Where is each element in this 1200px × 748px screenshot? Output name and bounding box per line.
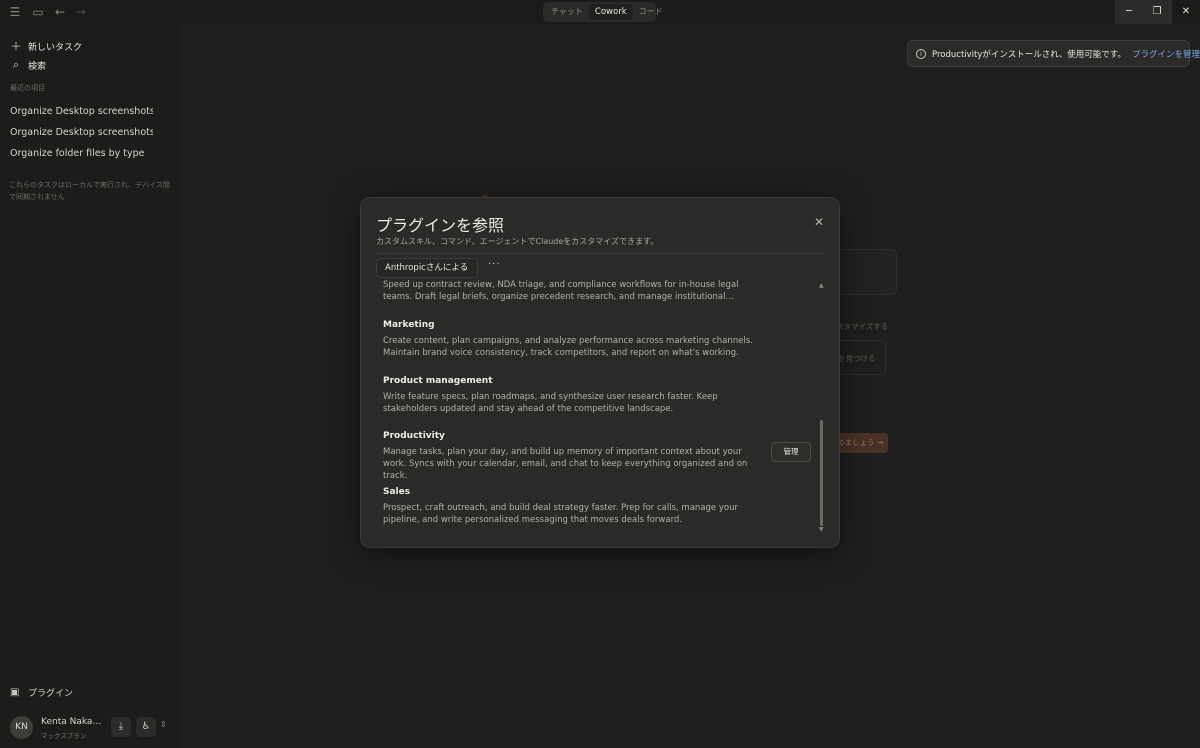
title-bar: ☰ ▭ ← → チャット Cowork コード ─ ❐ ✕ [0, 0, 1200, 24]
plugins-label: プラグイン [28, 689, 74, 699]
new-task-label: 新しいタスク [28, 42, 83, 53]
plus-icon: ＋ [10, 40, 22, 53]
author-filter-dropdown[interactable]: Anthropicさんによる ⌄ [376, 258, 478, 278]
more-options-icon[interactable]: ··· [488, 259, 501, 270]
recent-item[interactable]: Organize Desktop screenshots and [10, 127, 153, 138]
dialog-title: プラグインを参照 [376, 216, 505, 235]
tab-cowork[interactable]: Cowork [588, 4, 633, 20]
recent-item[interactable]: Organize folder files by type [10, 148, 153, 159]
search-button[interactable]: ⌕ 検索 [10, 58, 46, 72]
browse-plugins-dialog: プラグインを参照 カスタムスキル、コマンド、エージェントでClaudeをカスタマ… [360, 197, 840, 548]
plugin-name: Product management [383, 376, 493, 386]
forward-arrow-icon[interactable]: → [73, 4, 89, 20]
list-item[interactable]: Speed up contract review, NDA triage, an… [383, 280, 753, 303]
chevron-down-icon: ⌄ [462, 263, 469, 272]
manage-button[interactable]: 管理 [771, 442, 811, 462]
avatar: KN [10, 716, 33, 739]
scroll-up-icon[interactable]: ▲ [819, 282, 824, 289]
info-icon: i [916, 48, 926, 59]
plugin-name: Productivity [383, 431, 445, 441]
sidebar-toggle-icon[interactable]: ▭ [30, 4, 46, 20]
plugin-description: Speed up contract review, NDA triage, an… [383, 280, 739, 302]
scroll-down-icon[interactable]: ▼ [819, 526, 824, 533]
plugins-button[interactable]: ▣ プラグイン [10, 686, 73, 699]
back-arrow-icon[interactable]: ← [52, 4, 68, 20]
filter-label: Anthropicさんによる [385, 263, 469, 273]
accessibility-icon[interactable]: ♿ [136, 717, 156, 737]
expand-icon[interactable]: ⇕ [160, 720, 167, 729]
new-task-button[interactable]: ＋ 新しいタスク [10, 38, 83, 54]
search-icon: ⌕ [12, 58, 20, 71]
plugin-name: Marketing [383, 320, 435, 330]
recent-heading: 最近の項目 [10, 84, 45, 92]
local-tasks-note: これらのタスクはローカルで実行され、デバイス間で同期されません [9, 181, 170, 201]
scrollbar-thumb[interactable] [820, 420, 823, 526]
download-icon[interactable]: ⤓ [111, 717, 131, 737]
minimize-icon[interactable]: ─ [1115, 0, 1143, 24]
plugin-description: Prospect, craft outreach, and build deal… [383, 503, 738, 525]
tab-code[interactable]: コード [633, 4, 669, 20]
dialog-subtitle: カスタムスキル、コマンド、エージェントでClaudeをカスタマイズできます。 [376, 237, 659, 246]
close-icon[interactable]: ✕ [814, 215, 824, 229]
sidebar: ＋ 新しいタスク ⌕ 検索 最近の項目 Organize Desktop scr… [0, 24, 180, 748]
user-profile[interactable]: KN Kenta Nakamura マックスプラン ⤓ ♿ ⇕ [10, 716, 175, 742]
user-name: Kenta Nakamura [41, 717, 109, 727]
list-item[interactable]: Marketing Create content, plan campaigns… [383, 319, 753, 359]
plugin-description: Create content, plan campaigns, and anal… [383, 336, 753, 358]
list-item[interactable]: Productivity Manage tasks, plan your day… [383, 430, 753, 482]
briefcase-icon: ▣ [10, 687, 20, 698]
close-window-icon[interactable]: ✕ [1172, 0, 1200, 24]
toast-message: Productivityがインストールされ、使用可能です。 [932, 49, 1126, 60]
mode-switch: チャット Cowork コード [543, 2, 663, 22]
plugin-description: Write feature specs, plan roadmaps, and … [383, 392, 718, 414]
restore-icon[interactable]: ❐ [1143, 0, 1171, 24]
manage-plugins-link[interactable]: プラグインを管理 [1132, 48, 1200, 60]
tab-chat[interactable]: チャット [545, 4, 589, 20]
plugin-list: Speed up contract review, NDA triage, an… [361, 280, 839, 542]
recent-item[interactable]: Organize Desktop screenshots and [10, 106, 153, 117]
find-text: を見つける [838, 354, 876, 363]
customize-text: スタマイズする [836, 322, 889, 331]
menu-icon[interactable]: ☰ [7, 4, 23, 20]
divider [376, 253, 825, 254]
plugin-description: Manage tasks, plan your day, and build u… [383, 447, 748, 481]
user-plan: マックスプラン [41, 732, 87, 740]
install-toast: i Productivityがインストールされ、使用可能です。 プラグインを管理… [907, 40, 1200, 67]
plugin-name: Sales [383, 487, 411, 497]
list-item[interactable]: Product management Write feature specs, … [383, 375, 753, 415]
search-label: 検索 [28, 61, 47, 72]
list-item[interactable]: Sales Prospect, craft outreach, and buil… [383, 486, 753, 526]
